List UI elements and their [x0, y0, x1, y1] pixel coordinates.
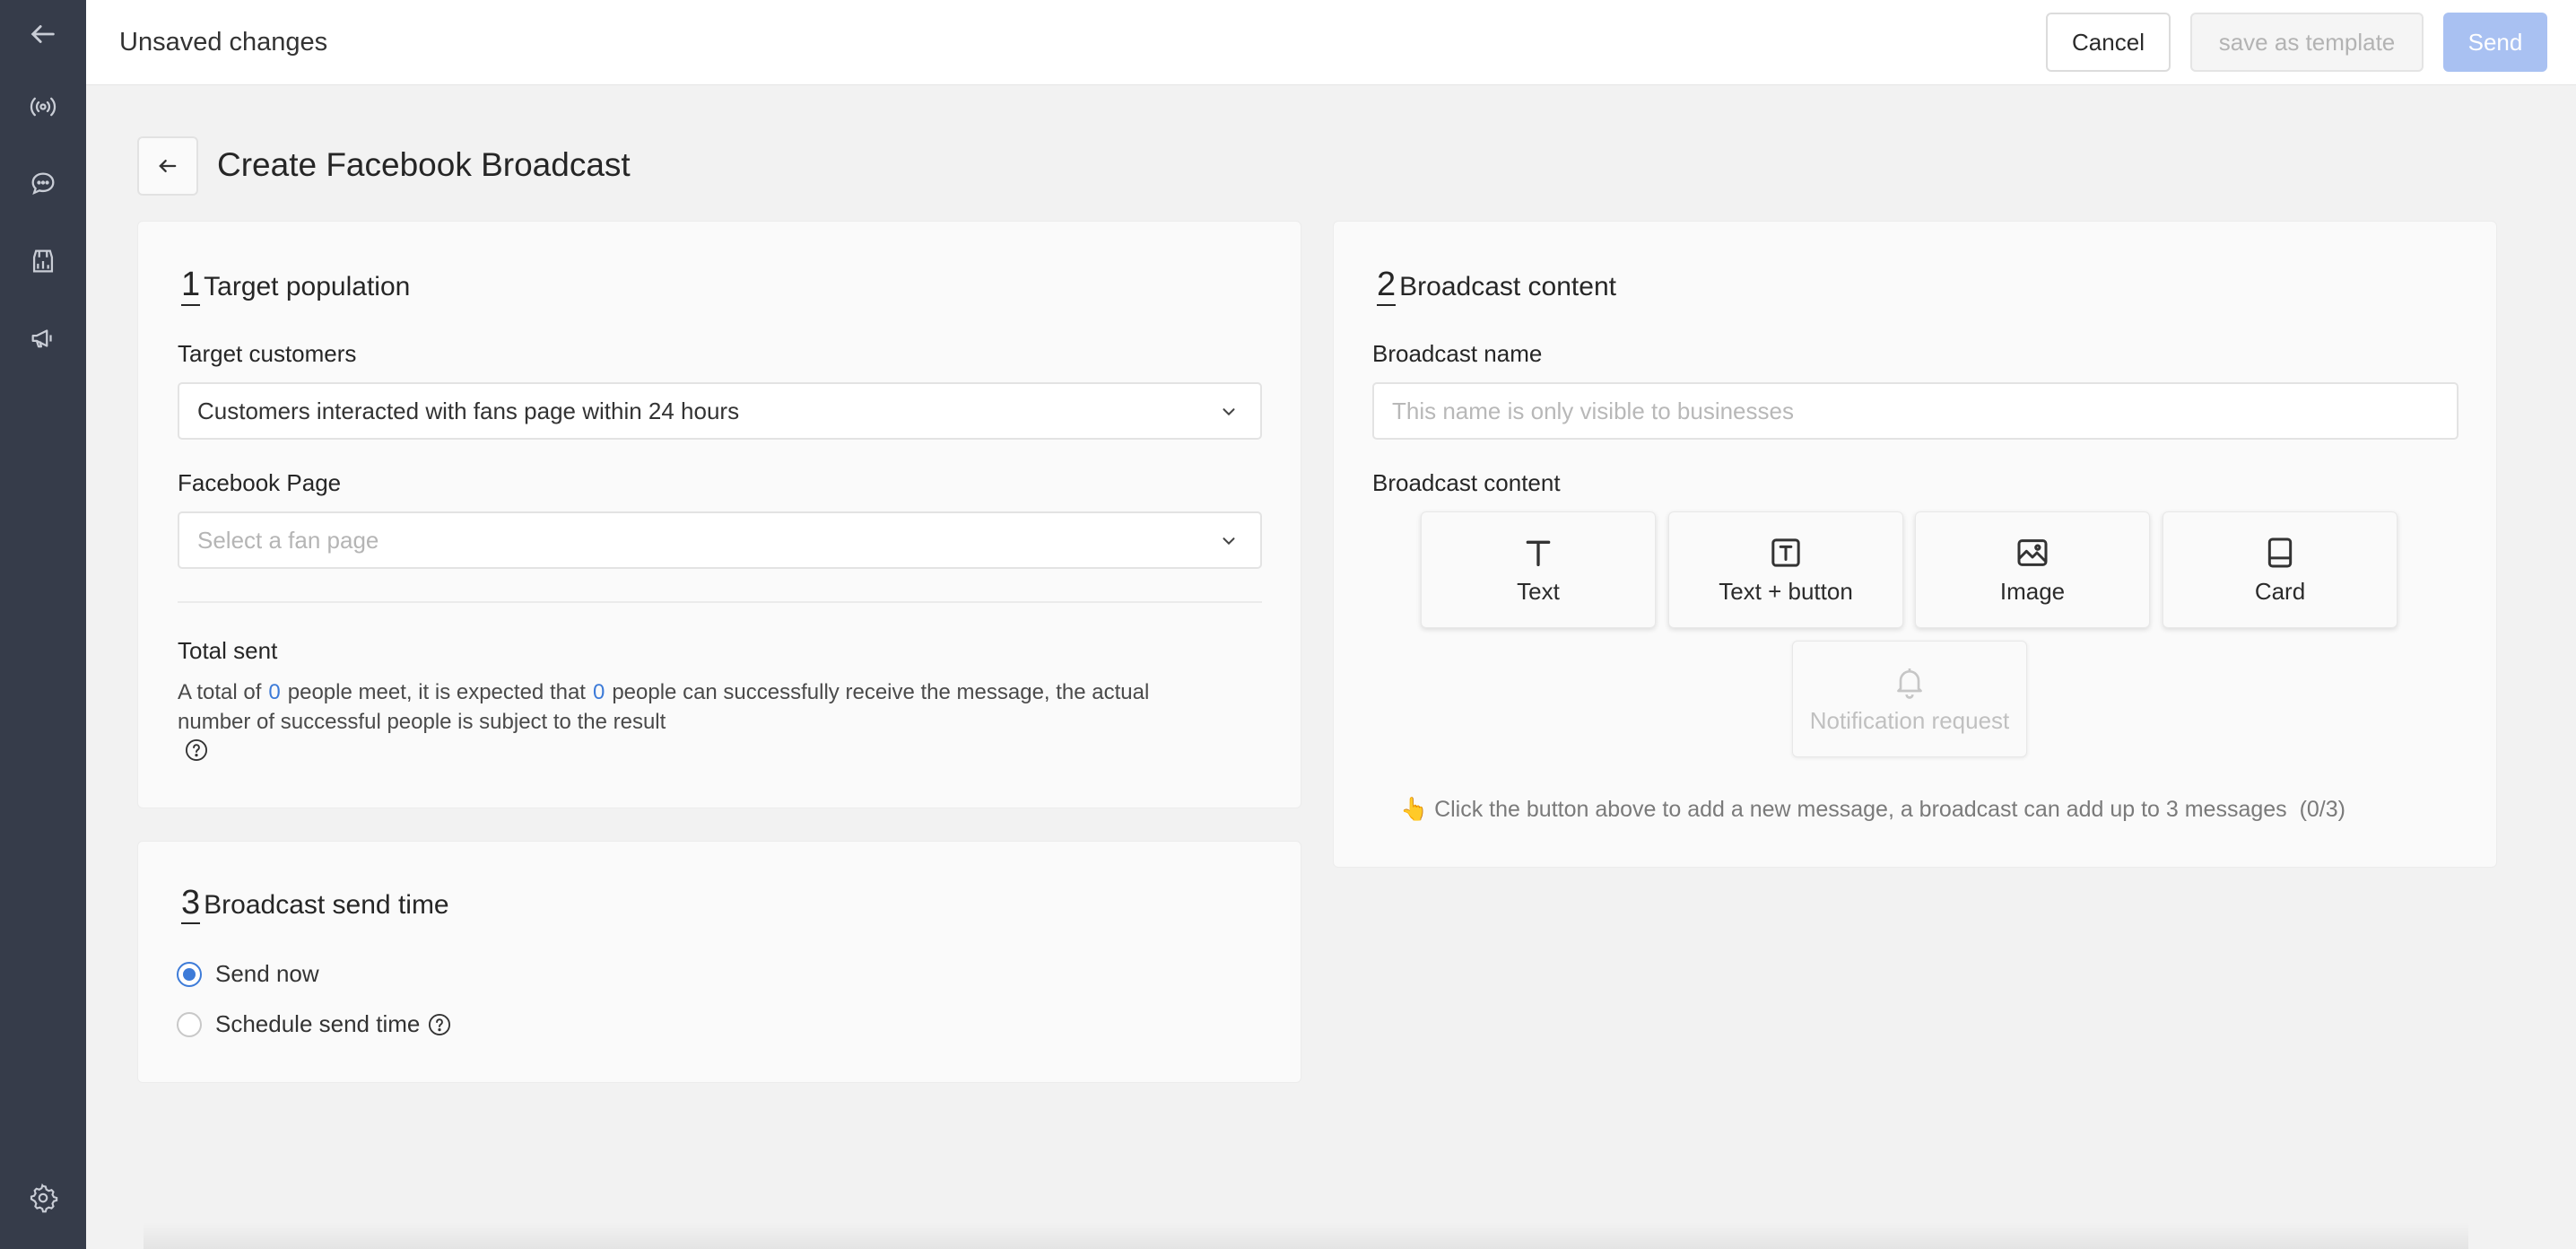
broadcast-content-label: Broadcast content [1372, 469, 1561, 496]
send-time-card: 3 Broadcast send time Send now Schedule … [137, 841, 1301, 1083]
broadcast-name-label: Broadcast name [1372, 340, 1543, 367]
tile-label: Text + button [1719, 577, 1853, 605]
chevron-down-icon [1223, 537, 1235, 546]
target-population-card: 1 Target population Target customers Cus… [137, 221, 1301, 808]
tile-label: Image [1999, 577, 2066, 605]
top-bar: Unsaved changes Cancel save as template … [86, 0, 2576, 85]
facebook-page-select[interactable]: Select a fan page [178, 511, 1262, 569]
section-number: 2 [1377, 266, 1397, 306]
total-text: A total of [178, 680, 262, 704]
page-title: Create Facebook Broadcast [217, 146, 631, 183]
tile-label: Text [1517, 577, 1560, 605]
send-now-option[interactable]: Send now [177, 960, 319, 988]
send-button[interactable]: Send [2443, 13, 2547, 72]
add-text-button-tile[interactable]: Text + button [1668, 511, 1903, 628]
chat-bubble-icon [31, 172, 55, 195]
broadcast-content-card: 2 Broadcast content Broadcast name Broad… [1333, 221, 2497, 868]
page-back-button[interactable] [137, 136, 198, 196]
text-button-icon [1771, 537, 1800, 567]
sidebar-back-button[interactable] [0, 0, 86, 68]
schedule-send-time-label: Schedule send time [215, 1010, 421, 1037]
total-text: people meet, it is expected that [287, 680, 586, 704]
target-customers-select[interactable]: Customers interacted with fans page with… [178, 382, 1262, 440]
schedule-send-time-option[interactable]: Schedule send time [177, 1010, 452, 1038]
total-count: 0 [268, 680, 281, 704]
facebook-page-label: Facebook Page [178, 469, 342, 496]
section-title: Broadcast content [1399, 272, 1616, 301]
send-now-label: Send now [215, 960, 319, 987]
facebook-page-placeholder: Select a fan page [197, 526, 379, 554]
send-now-radio[interactable] [177, 961, 202, 987]
top-bar-actions: Cancel save as template Send [2046, 13, 2547, 72]
total-sent-label: Total sent [178, 637, 278, 664]
section-title: Broadcast send time [204, 890, 449, 920]
store-icon [32, 249, 54, 273]
image-icon [2017, 538, 2048, 566]
section-number: 1 [181, 266, 201, 306]
section-divider [178, 601, 1262, 603]
tile-label: Notification request [1809, 706, 2010, 734]
megaphone-icon [31, 329, 52, 348]
unsaved-changes-title: Unsaved changes [119, 27, 328, 57]
bottom-shadow [144, 1222, 2468, 1249]
cancel-button[interactable]: Cancel [2046, 13, 2171, 72]
sidebar-item-store[interactable] [0, 223, 86, 300]
add-text-tile[interactable]: Text [1421, 511, 1656, 628]
save-as-template-button[interactable]: save as template [2190, 13, 2424, 72]
target-customers-value: Customers interacted with fans page with… [197, 397, 740, 424]
target-section-header: 1 Target population [181, 266, 410, 306]
target-customers-label: Target customers [178, 340, 357, 367]
tile-label: Card [2254, 577, 2306, 605]
help-circle-icon[interactable] [427, 1012, 452, 1037]
sidebar-settings-button[interactable] [0, 1159, 86, 1236]
arrow-left-icon [159, 160, 177, 172]
bell-icon [1897, 668, 1922, 699]
send-time-section-header: 3 Broadcast send time [181, 885, 449, 924]
add-card-tile[interactable]: Card [2163, 511, 2398, 628]
add-image-tile[interactable]: Image [1915, 511, 2150, 628]
total-sent-description: A total of 0 people meet, it is expected t… [178, 677, 1254, 737]
content-section-header: 2 Broadcast content [1377, 266, 1616, 306]
sidebar-item-chat[interactable] [0, 145, 86, 223]
add-message-hint: 👆 Click the button above to add a new me… [1400, 797, 2345, 822]
total-text: people can successfully receive the mess… [612, 680, 1150, 704]
text-icon [1526, 540, 1551, 566]
total-text: number of successful people is subject t… [178, 710, 666, 734]
gear-icon [30, 1183, 58, 1213]
section-title: Target population [204, 272, 411, 301]
section-number: 3 [181, 885, 201, 924]
sidebar [0, 0, 86, 1249]
add-notification-request-tile[interactable]: Notification request [1792, 641, 2027, 757]
broadcast-name-input[interactable] [1372, 382, 2459, 440]
broadcast-icon [30, 97, 57, 117]
sidebar-item-broadcast[interactable] [0, 68, 86, 145]
chevron-down-icon [1223, 408, 1235, 416]
card-icon [2267, 537, 2293, 567]
expected-count: 0 [592, 680, 605, 704]
arrow-left-icon [30, 25, 55, 43]
schedule-send-time-radio[interactable] [177, 1011, 202, 1037]
help-circle-icon[interactable] [184, 738, 209, 763]
sidebar-item-marketing[interactable] [0, 300, 86, 377]
